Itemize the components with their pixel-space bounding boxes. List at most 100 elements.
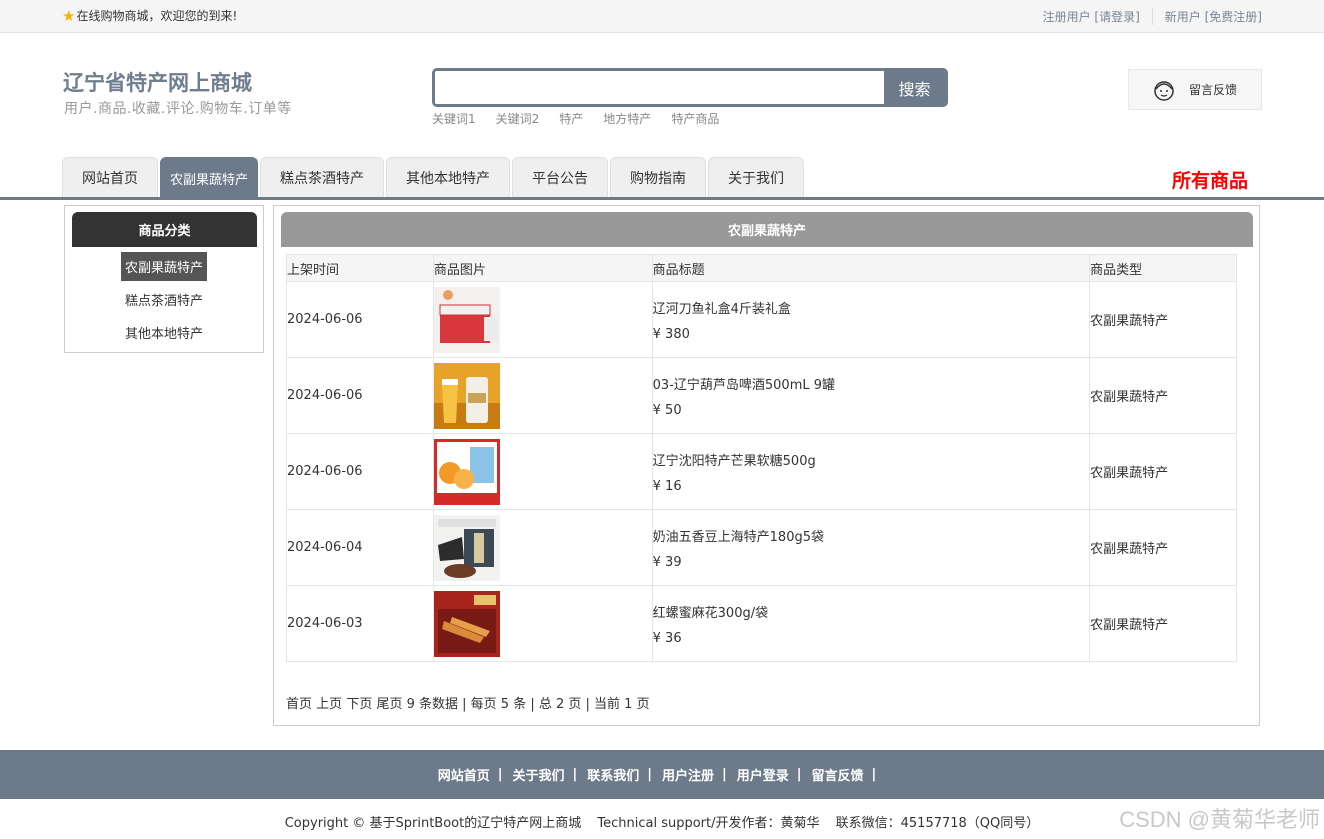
product-type: 农副果蔬特产 <box>1089 281 1237 358</box>
account-links: 注册用户 [请登录] 新用户 [免费注册] <box>1031 8 1262 25</box>
list-date: 2024-06-03 <box>286 585 434 662</box>
tab-home[interactable]: 网站首页 <box>62 157 158 198</box>
list-date: 2024-06-06 <box>286 433 434 510</box>
keyword-link[interactable]: 关键词1 <box>432 110 476 127</box>
search-bar: 搜索 <box>432 68 948 107</box>
product-title[interactable]: 奶油五香豆上海特产180g5袋 <box>653 526 1090 545</box>
footer-link-about[interactable]: 关于我们 <box>512 765 572 784</box>
table-row: 2024-06-06 03-辽宁葫芦岛啤酒500mL 9罐 ¥ 50 农副果蔬特… <box>286 357 1237 434</box>
sidebar-item-label: 农副果蔬特产 <box>120 252 207 281</box>
search-input[interactable] <box>435 71 884 104</box>
product-list-panel: 农副果蔬特产 上架时间 商品图片 商品标题 商品类型 2024-06-06 辽河… <box>273 205 1260 726</box>
product-image[interactable] <box>433 514 500 581</box>
login-link[interactable]: [请登录] <box>1094 10 1139 24</box>
footer-separator: | <box>647 767 652 782</box>
footer-link-home[interactable]: 网站首页 <box>438 765 498 784</box>
column-header-date: 上架时间 <box>286 254 434 282</box>
last-page-link[interactable]: 尾页 <box>376 697 402 712</box>
footer-link-contact[interactable]: 联系我们 <box>587 765 647 784</box>
keyword-link[interactable]: 特产 <box>559 110 583 127</box>
next-page-link[interactable]: 下页 <box>346 697 372 712</box>
table-row: 2024-06-06 辽河刀鱼礼盒4斤装礼盒 ¥ 380 农副果蔬特产 <box>286 281 1237 358</box>
sidebar-title: 商品分类 <box>72 212 257 247</box>
new-user-label: 新用户 <box>1164 10 1201 24</box>
copyright-text: Copyright © 基于SprintBoot的辽宁特产网上商城 <box>284 816 582 831</box>
product-type: 农副果蔬特产 <box>1089 585 1237 662</box>
list-date: 2024-06-04 <box>286 509 434 586</box>
star-icon: ★ <box>62 6 76 25</box>
pagination-summary: 9 条数据 | 每页 5 条 | 总 2 页 | 当前 1 页 <box>406 697 650 712</box>
site-subtitle: 用户.商品.收藏.评论.购物车.订单等 <box>64 101 292 117</box>
table-row: 2024-06-06 辽宁沈阳特产芒果软糖500g ¥ 16 农副果蔬特产 <box>286 433 1237 510</box>
site-title[interactable]: 辽宁省特产网上商城 <box>63 67 252 97</box>
tab-other-local[interactable]: 其他本地特产 <box>386 157 511 198</box>
product-image-cell <box>432 509 653 586</box>
list-date: 2024-06-06 <box>286 281 434 358</box>
search-button[interactable]: 搜索 <box>884 71 945 104</box>
sidebar-item-label: 糕点茶酒特产 <box>124 294 203 309</box>
product-title-cell: 辽河刀鱼礼盒4斤装礼盒 ¥ 380 <box>651 281 1091 358</box>
customer-service-icon <box>1154 80 1174 101</box>
product-image-cell <box>432 585 653 662</box>
watermark: CSDN @黄菊华老师 <box>1119 807 1320 832</box>
product-title[interactable]: 红螺蜜麻花300g/袋 <box>653 602 1090 621</box>
tab-pastry-tea-wine[interactable]: 糕点茶酒特产 <box>260 157 385 198</box>
footer-link-register[interactable]: 用户注册 <box>662 765 722 784</box>
product-image[interactable] <box>433 438 500 505</box>
product-price: ¥ 39 <box>652 554 682 570</box>
footer-link-feedback[interactable]: 留言反馈 <box>812 765 872 784</box>
panel-title: 农副果蔬特产 <box>281 212 1253 247</box>
footer-separator: | <box>497 767 503 782</box>
tab-agri-produce[interactable]: 农副果蔬特产 <box>160 157 259 198</box>
footer-link-login[interactable]: 用户登录 <box>737 765 797 784</box>
product-image[interactable] <box>433 362 500 429</box>
footer-separator: | <box>871 767 877 782</box>
sidebar-item-other-local[interactable]: 其他本地特产 <box>65 316 263 349</box>
free-register-link[interactable]: [免费注册] <box>1205 10 1262 24</box>
product-table: 上架时间 商品图片 商品标题 商品类型 2024-06-06 辽河刀鱼礼盒4斤装… <box>286 254 1237 662</box>
product-image[interactable] <box>433 286 500 353</box>
sidebar-item-pastry-tea-wine[interactable]: 糕点茶酒特产 <box>65 283 263 316</box>
product-title[interactable]: 03-辽宁葫芦岛啤酒500mL 9罐 <box>653 374 1090 393</box>
sidebar-item-agri-produce[interactable]: 农副果蔬特产 <box>65 250 263 283</box>
footer-separator: | <box>722 767 727 782</box>
main-nav: 网站首页 农副果蔬特产 糕点茶酒特产 其他本地特产 平台公告 购物指南 关于我们 <box>62 157 805 198</box>
column-header-type: 商品类型 <box>1089 254 1237 282</box>
table-row: 2024-06-04 奶油五香豆上海特产180g5袋 ¥ 39 农副果蔬特产 <box>286 509 1237 586</box>
product-price: ¥ 50 <box>652 402 682 418</box>
tab-about-us[interactable]: 关于我们 <box>708 157 805 198</box>
product-title-cell: 奶油五香豆上海特产180g5袋 ¥ 39 <box>651 509 1091 586</box>
all-goods-link[interactable]: 所有商品 <box>1172 166 1248 193</box>
tab-announcements[interactable]: 平台公告 <box>512 157 609 198</box>
table-row: 2024-06-03 红螺蜜麻花300g/袋 ¥ 36 农副果蔬特产 <box>286 585 1237 662</box>
product-price: ¥ 16 <box>652 478 682 494</box>
product-image[interactable] <box>433 590 500 657</box>
column-header-title: 商品标题 <box>651 254 1091 282</box>
product-price: ¥ 36 <box>652 630 682 646</box>
nav-divider <box>0 197 1324 200</box>
top-bar: ★ 在线购物商城，欢迎您的到来! 注册用户 [请登录] 新用户 [免费注册] <box>0 0 1324 33</box>
footer-nav: 网站首页 | 关于我们 | 联系我们 | 用户注册 | 用户登录 | 留言反馈 | <box>0 750 1324 799</box>
product-title-cell: 03-辽宁葫芦岛啤酒500mL 9罐 ¥ 50 <box>651 357 1091 434</box>
tab-shopping-guide[interactable]: 购物指南 <box>610 157 707 198</box>
first-page-link[interactable]: 首页 <box>286 697 312 712</box>
keyword-link[interactable]: 地方特产 <box>603 110 651 127</box>
contact-text: 联系微信：45157718（QQ同号） <box>835 816 1040 831</box>
keyword-link[interactable]: 特产商品 <box>671 110 719 127</box>
pagination: 首页 上页 下页 尾页 9 条数据 | 每页 5 条 | 总 2 页 | 当前 … <box>286 693 650 712</box>
keyword-link[interactable]: 关键词2 <box>496 110 540 127</box>
product-type: 农副果蔬特产 <box>1089 433 1237 510</box>
product-image-cell <box>432 281 653 358</box>
column-header-image: 商品图片 <box>432 254 653 282</box>
welcome-text: 在线购物商城，欢迎您的到来! <box>76 9 238 23</box>
sidebar-item-label: 其他本地特产 <box>124 327 203 342</box>
support-text: Technical support/开发作者：黄菊华 <box>597 816 820 831</box>
product-image-cell <box>432 433 653 510</box>
product-image-cell <box>432 357 653 434</box>
product-title[interactable]: 辽宁沈阳特产芒果软糖500g <box>653 450 1090 469</box>
product-title[interactable]: 辽河刀鱼礼盒4斤装礼盒 <box>653 298 1090 317</box>
feedback-button[interactable]: 留言反馈 <box>1128 69 1262 110</box>
footer-separator: | <box>796 767 802 782</box>
product-title-cell: 红螺蜜麻花300g/袋 ¥ 36 <box>651 585 1091 662</box>
prev-page-link[interactable]: 上页 <box>316 697 342 712</box>
